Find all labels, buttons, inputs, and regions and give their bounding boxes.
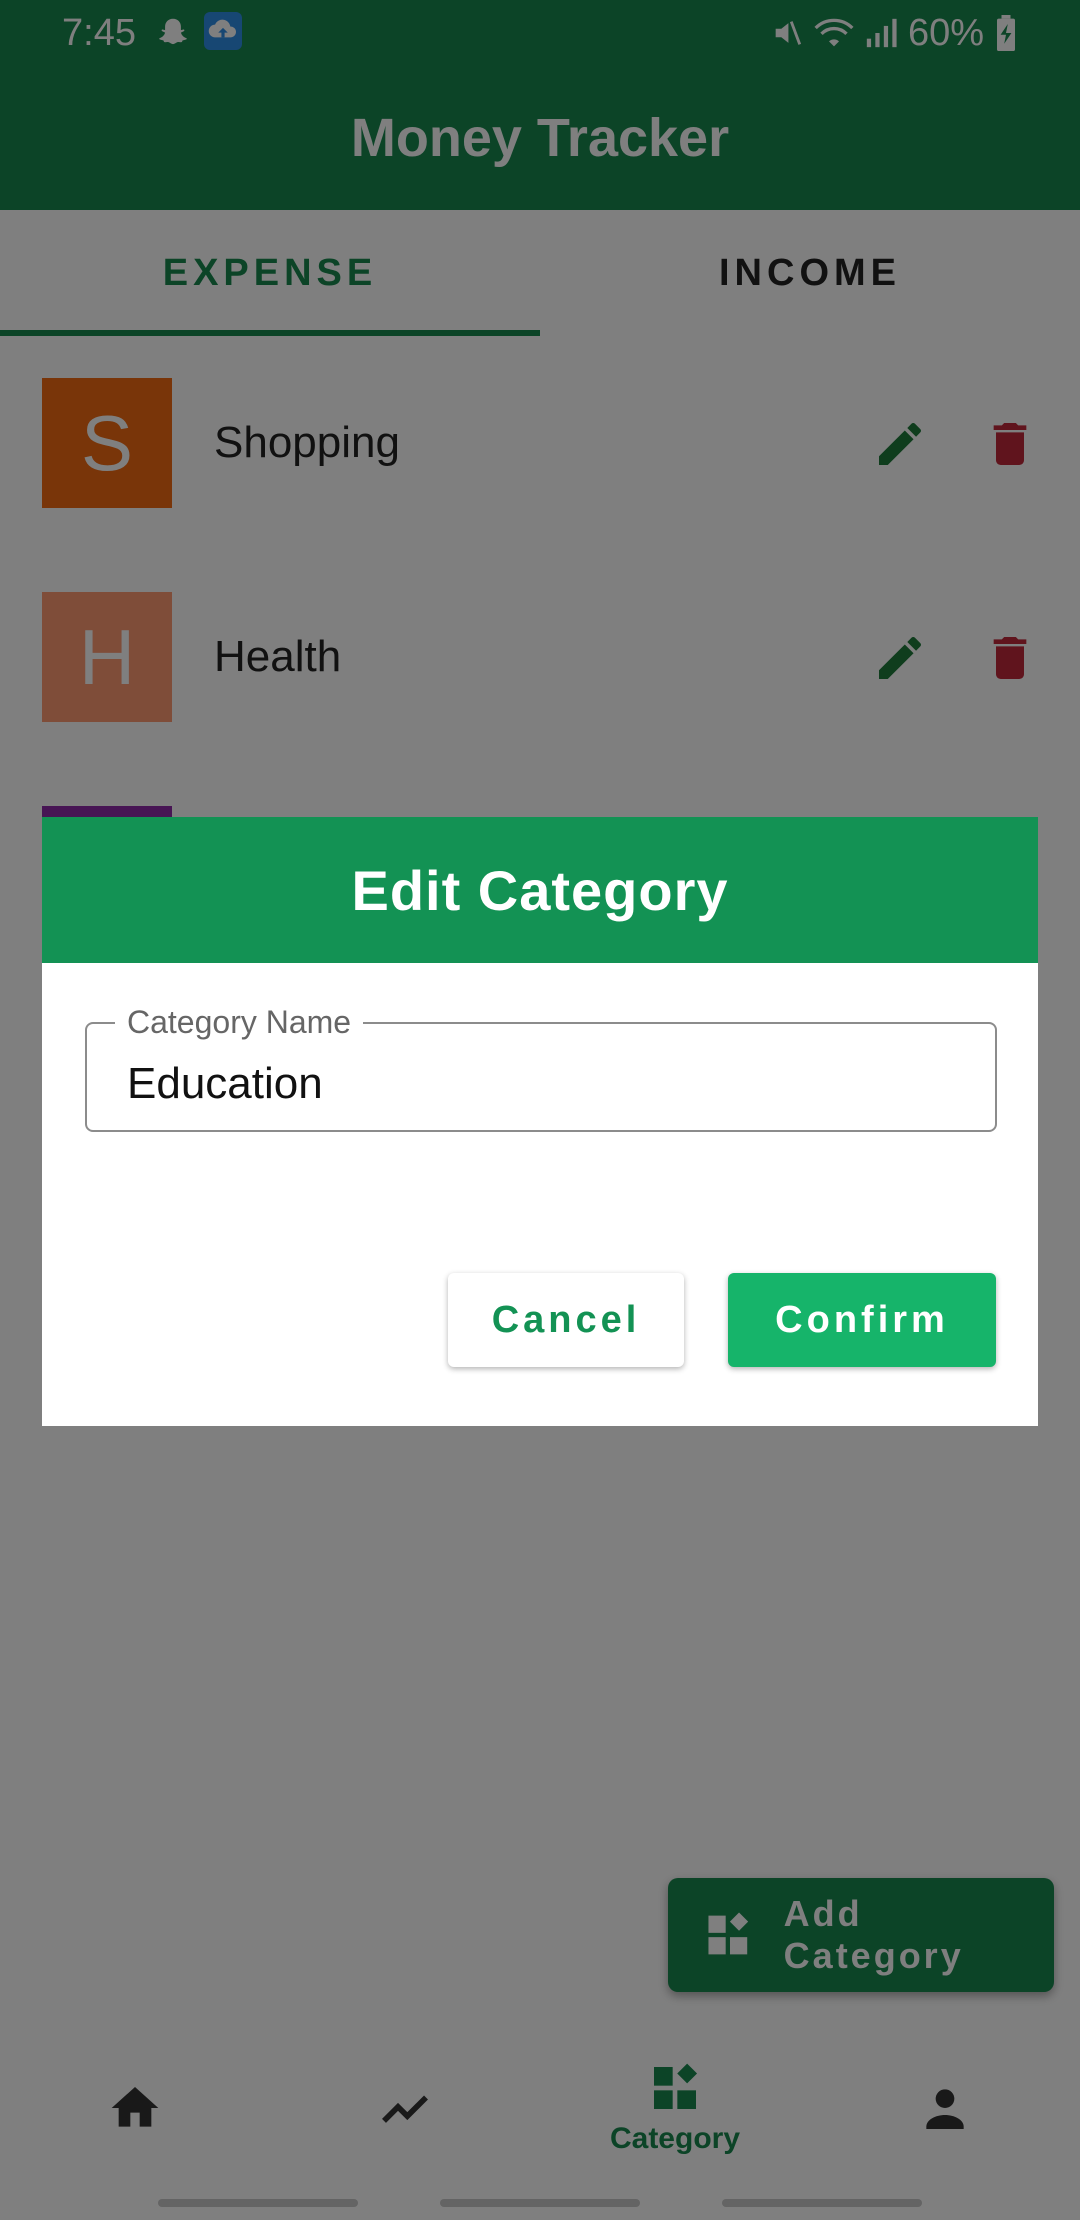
edit-category-dialog: Edit Category Category Name Cancel Confi… <box>42 817 1038 1426</box>
cancel-button[interactable]: Cancel <box>448 1273 684 1367</box>
field-label: Category Name <box>115 1002 364 1042</box>
dialog-title: Edit Category <box>351 858 729 922</box>
dialog-header: Edit Category <box>42 817 1038 963</box>
category-name-input[interactable] <box>127 1054 947 1114</box>
confirm-button[interactable]: Confirm <box>728 1273 996 1367</box>
category-name-field[interactable]: Category Name <box>85 1002 997 1132</box>
